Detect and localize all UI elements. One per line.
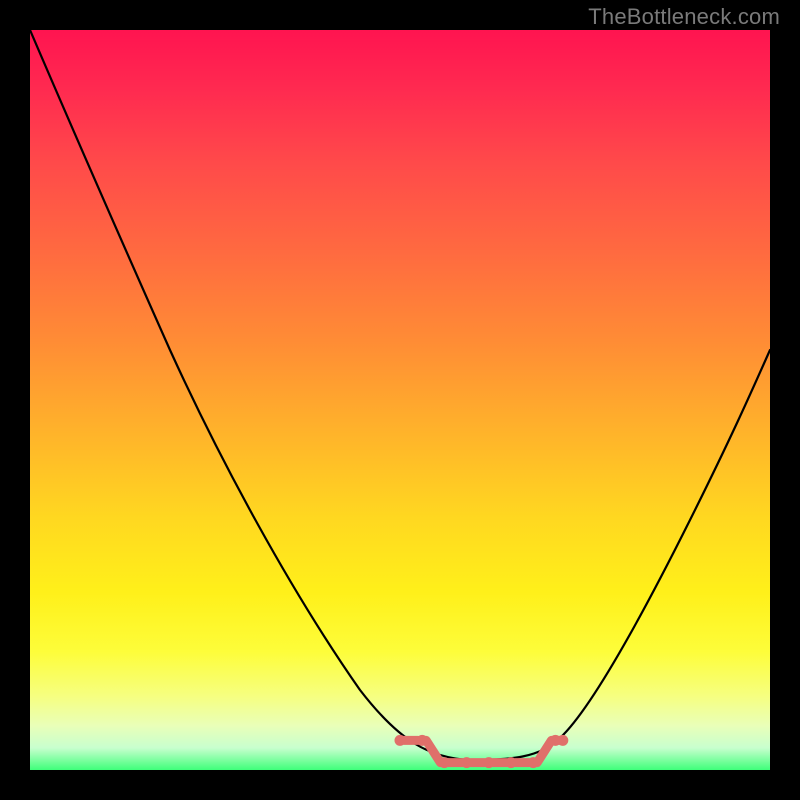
plot-area — [30, 30, 770, 770]
curve-layer — [30, 30, 770, 770]
watermark-text: TheBottleneck.com — [588, 4, 780, 30]
chart-container: TheBottleneck.com — [0, 0, 800, 800]
flat-zone-markers — [395, 735, 569, 768]
bottleneck-curve — [30, 30, 770, 760]
